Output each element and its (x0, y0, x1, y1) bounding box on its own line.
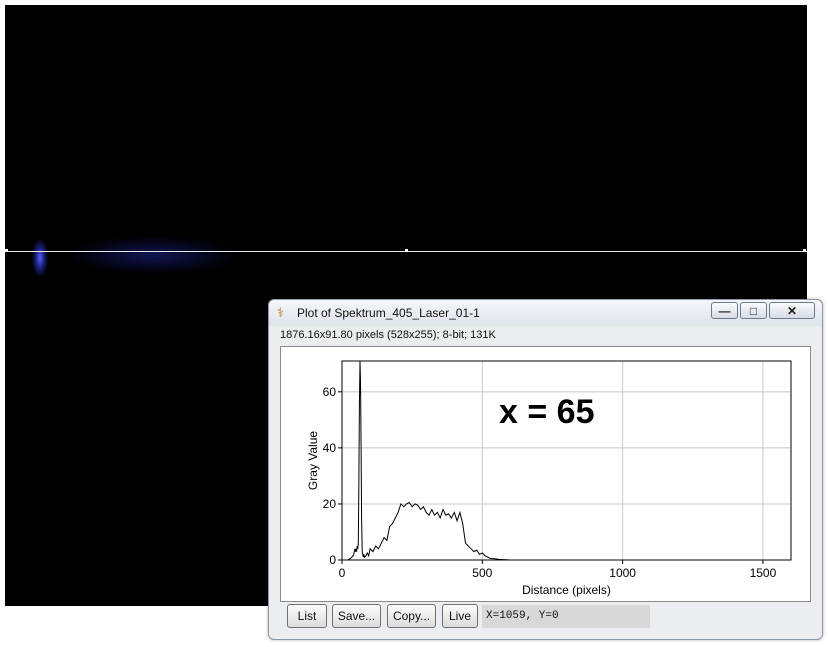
list-button[interactable]: List (287, 604, 327, 628)
plot-panel[interactable]: 0 500 1000 1500 0 20 40 60 Distance (pixels) Gray… (280, 346, 811, 602)
x-tick-label: 1500 (750, 566, 777, 580)
image-info-line: 1876.16x91.80 pixels (528x255); 8-bit; 1… (280, 329, 496, 341)
minimize-button[interactable]: — (711, 302, 738, 319)
profile-plot: 0 500 1000 1500 0 20 40 60 Distance (pixels) Gray… (306, 360, 792, 597)
plot-window: ⚕ Plot of Spektrum_405_Laser_01-1 — □ ✕ … (268, 299, 823, 640)
window-title: Plot of Spektrum_405_Laser_01-1 (297, 306, 480, 320)
x-annotation-label: x = 65 (499, 393, 594, 431)
y-axis-label: Gray Value (306, 431, 320, 490)
line-handle-start[interactable] (5, 249, 8, 252)
save-button[interactable]: Save... (332, 604, 381, 628)
spectrum-glow (65, 231, 285, 279)
y-tick-label: 0 (329, 553, 336, 567)
microscope-icon: ⚕ (277, 305, 285, 320)
live-button[interactable]: Live (442, 604, 478, 628)
profile-series-line (342, 360, 791, 561)
plot-frame (341, 360, 792, 561)
close-button[interactable]: ✕ (769, 302, 815, 319)
laser-spot (29, 232, 51, 284)
y-tick-label: 40 (323, 441, 337, 455)
coordinates-readout: X=1059, Y=0 (482, 605, 650, 628)
x-tick-label: 500 (472, 566, 492, 580)
x-tick-label: 0 (339, 566, 346, 580)
maximize-button[interactable]: □ (740, 302, 767, 319)
copy-button[interactable]: Copy... (387, 604, 436, 628)
y-tick-label: 20 (323, 497, 337, 511)
y-tick-label: 60 (323, 385, 337, 399)
line-handle-middle[interactable] (405, 249, 408, 252)
line-handle-end[interactable] (803, 249, 806, 252)
x-tick-label: 1000 (609, 566, 636, 580)
title-bar[interactable]: ⚕ Plot of Spektrum_405_Laser_01-1 — □ ✕ (269, 300, 822, 326)
x-axis-label: Distance (pixels) (522, 583, 611, 597)
